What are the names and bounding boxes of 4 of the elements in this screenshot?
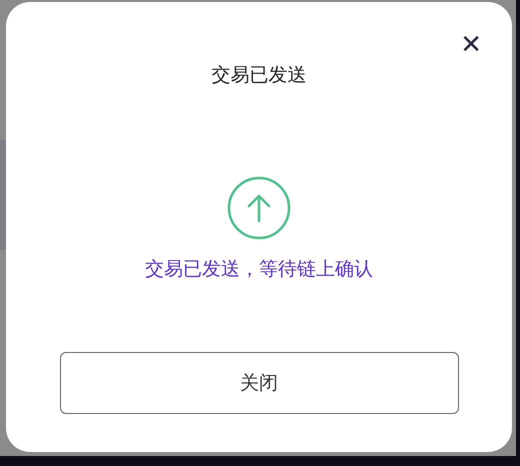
dialog-title: 交易已发送 xyxy=(212,63,306,88)
close-dialog-button[interactable]: 关闭 xyxy=(60,352,458,414)
status-message: 交易已发送，等待链上确认 xyxy=(145,257,373,282)
close-button[interactable]: ✕ xyxy=(460,32,482,58)
